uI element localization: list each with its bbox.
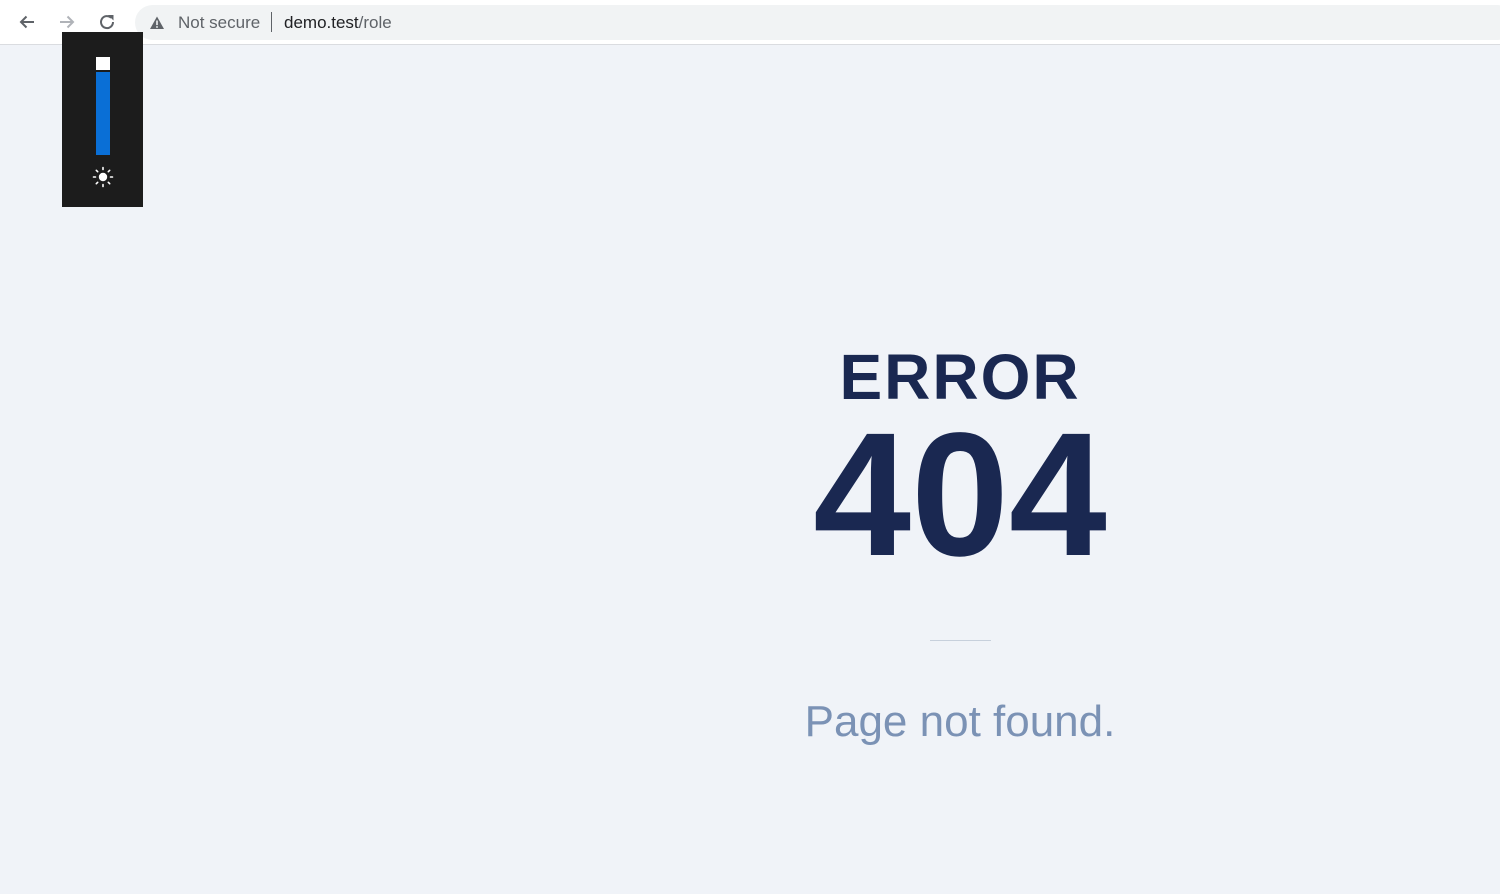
url-text[interactable]: demo.test/role (284, 13, 392, 33)
error-code: 404 (813, 397, 1107, 593)
error-message: Page not found. (804, 697, 1116, 746)
error-divider (930, 640, 991, 641)
brightness-overlay (62, 32, 143, 207)
address-bar[interactable]: Not secure demo.test/role (135, 5, 1500, 40)
brightness-level-fill (96, 72, 110, 155)
arrow-left-icon (19, 15, 34, 29)
url-path: /role (358, 13, 392, 32)
address-divider (271, 12, 272, 32)
security-status-label[interactable]: Not secure (178, 13, 260, 33)
browser-toolbar: Not secure demo.test/role (0, 0, 1500, 45)
reload-icon (100, 15, 115, 30)
url-host: demo.test (284, 13, 359, 32)
back-button[interactable] (11, 6, 43, 38)
warning-icon[interactable] (149, 15, 165, 31)
arrow-right-icon (60, 15, 75, 29)
sun-icon (92, 166, 114, 188)
brightness-slider-thumb[interactable] (96, 70, 110, 72)
brightness-slider[interactable] (96, 57, 110, 155)
